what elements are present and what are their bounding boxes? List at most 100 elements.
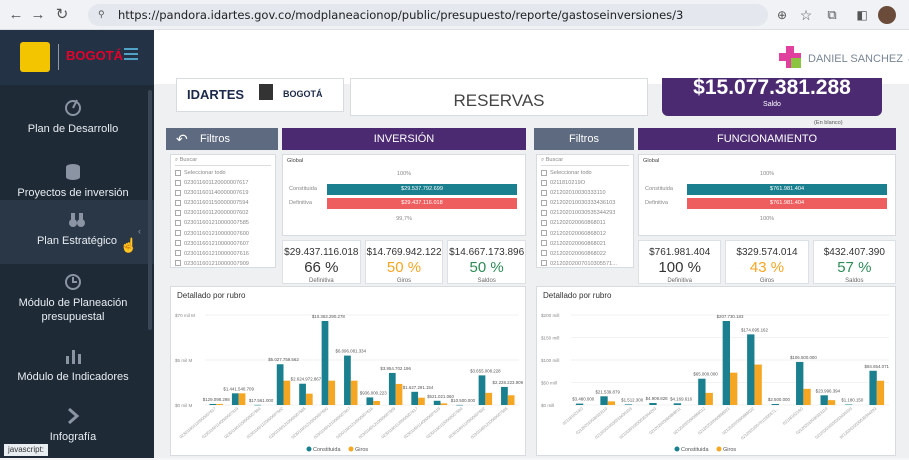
filter-item-label: 021202010030333436103: [550, 200, 616, 207]
checkbox-icon[interactable]: [541, 260, 547, 267]
data-label: $1.180.150: [841, 398, 864, 403]
checkbox-icon[interactable]: [175, 219, 181, 226]
funcionamiento-chart-svg: $200 mill $150 mill $100 mill $50 mill $0 mi…: [541, 313, 890, 453]
filter-item[interactable]: 021202010030333436103: [541, 198, 629, 208]
data-label: $10.363.290.278: [312, 314, 346, 319]
checkbox-icon[interactable]: [175, 260, 181, 267]
menu-toggle-icon[interactable]: [124, 48, 138, 60]
checkbox-icon[interactable]: [175, 169, 181, 176]
bar-giros: [350, 380, 358, 405]
filter-item[interactable]: 0211810219O: [541, 178, 629, 188]
sidebar-header: BOGOTÁ: [0, 30, 154, 85]
inversion-filters-header[interactable]: ↶ Filtros: [166, 128, 278, 150]
bar-giros: [485, 392, 493, 405]
checkbox-icon[interactable]: [175, 189, 181, 196]
data-label: $21.539.879: [595, 389, 620, 394]
bar-giros: [216, 403, 223, 405]
inversion-chart: Detallado por rubro $70 mil M $5 mil M $0 …: [170, 286, 526, 456]
checkbox-icon[interactable]: [541, 250, 547, 257]
legend-label: Constituida: [681, 447, 709, 453]
sidebar-item-plan-desarrollo[interactable]: Plan de Desarrollo: [0, 88, 146, 152]
filter-item-label: Seleccionar todo: [184, 170, 226, 176]
sidebar-item-planeacion[interactable]: Módulo de Planeación presupuestal: [0, 262, 146, 334]
logos-card: IDARTES BOGOTÁ: [176, 78, 344, 112]
y-tick-label: $200 mill: [541, 313, 559, 318]
checkbox-icon[interactable]: [175, 209, 181, 216]
checkbox-icon[interactable]: [175, 250, 181, 257]
back-icon[interactable]: ←: [6, 5, 26, 25]
filter-item[interactable]: 023011601210000007616: [175, 249, 271, 259]
checkbox-icon[interactable]: [175, 179, 181, 186]
filter-item[interactable]: 02120202007010305571...: [541, 259, 629, 269]
filter-item[interactable]: 023011601210000007909: [175, 259, 271, 269]
zoom-icon[interactable]: ⊕: [772, 5, 792, 25]
x-tick-label: 023011601210000007607: [313, 405, 352, 439]
bookmark-star-icon[interactable]: ☆: [796, 5, 816, 25]
sidebar-item-indicadores[interactable]: Módulo de Indicadores: [0, 336, 146, 400]
address-bar[interactable]: ⚲ https://pandora.idartes.gov.co/modplan…: [88, 4, 768, 26]
filter-item[interactable]: 021202020060868021: [541, 239, 629, 249]
filter-item[interactable]: 021202020060868022: [541, 249, 629, 259]
filter-item[interactable]: 023011601150000007594: [175, 198, 271, 208]
filter-item[interactable]: 023011601120000007617: [175, 178, 271, 188]
checkbox-icon[interactable]: [541, 189, 547, 196]
checkbox-icon[interactable]: [541, 169, 547, 176]
kpi-percent: 43 %: [749, 259, 785, 276]
data-label: $23.996.394: [816, 388, 841, 393]
checkbox-icon[interactable]: [541, 230, 547, 237]
filter-item-label: 023011601150000007594: [184, 200, 249, 207]
kpi-label: Definitiva: [308, 278, 334, 284]
filter-item[interactable]: 023011601210000007607: [175, 239, 271, 249]
checkbox-icon[interactable]: [175, 199, 181, 206]
bar-constituida: [673, 403, 682, 405]
bar-giros: [827, 400, 836, 405]
filter-item[interactable]: 023011601120000007602: [175, 208, 271, 218]
filter-item[interactable]: 023011601210000007585: [175, 218, 271, 228]
checkbox-icon[interactable]: [541, 219, 547, 226]
forward-icon[interactable]: →: [28, 5, 48, 25]
bar-constituida: [501, 386, 508, 405]
checkbox-icon[interactable]: [175, 240, 181, 247]
user-menu[interactable]: DANIEL SANCHEZ ⌄: [808, 52, 909, 65]
bar-constituida: [698, 378, 706, 405]
select-all-checkbox[interactable]: Seleccionar todo: [541, 168, 629, 178]
checkbox-icon[interactable]: [541, 240, 547, 247]
select-all-checkbox[interactable]: Seleccionar todo: [175, 168, 271, 178]
checkbox-icon[interactable]: [541, 209, 547, 216]
sidepanel-icon[interactable]: ◧: [852, 5, 872, 25]
funcionamiento-chart: Detallado por rubro $200 mill $150 mill $1…: [536, 286, 896, 456]
search-input[interactable]: ⌕ Buscar: [175, 157, 271, 166]
filter-item[interactable]: 021202010030535344293: [541, 208, 629, 218]
filter-item[interactable]: 021202010030333110: [541, 188, 629, 198]
search-input[interactable]: ⌕ Buscar: [541, 157, 629, 166]
inversion-global-card: Global 100% Constituida Definitiva $29.5…: [282, 154, 526, 236]
x-tick-label: 0211810219O: [782, 406, 804, 426]
filter-item[interactable]: 021202020060868012: [541, 229, 629, 239]
sidebar-item-plan-estrategico[interactable]: Plan Estratégico ‹: [0, 200, 154, 264]
x-tick-label: 023011601210000007585: [268, 405, 307, 439]
sidebar-scrollbar[interactable]: [148, 90, 152, 330]
target-icon: [65, 99, 81, 116]
inversion-chart-svg: $70 mil M $5 mil M $0 mil M $129.098.298 023…: [175, 313, 524, 453]
filter-item[interactable]: 023011601140000007619: [175, 188, 271, 198]
data-label: $129.098.298: [203, 397, 230, 402]
bar-giros: [373, 400, 380, 405]
data-label: $207.730.183: [717, 314, 744, 319]
profile-avatar[interactable]: [878, 6, 896, 24]
filter-item[interactable]: 021202020060868011: [541, 218, 629, 228]
reload-icon[interactable]: ↻: [52, 5, 72, 25]
kpi-card: $29.437.116.018 66 % Definitiva: [282, 240, 361, 284]
kpi-card: $14.667.173.896 50 % Saldos: [447, 240, 526, 284]
filter-item[interactable]: 023011601210000007600: [175, 229, 271, 239]
filter-item-label: 023011601210000007909: [184, 260, 249, 267]
bar-giros: [440, 403, 448, 405]
checkbox-icon[interactable]: [175, 230, 181, 237]
checkbox-icon[interactable]: [541, 179, 547, 186]
funcionamiento-filters-header[interactable]: Filtros: [534, 128, 634, 150]
site-info-icon[interactable]: ⚲: [98, 9, 105, 20]
legend-marker: [716, 446, 722, 452]
back-arrow-icon[interactable]: ↶: [176, 128, 188, 150]
checkbox-icon[interactable]: [541, 199, 547, 206]
bar-constituida: [747, 334, 755, 405]
extensions-icon[interactable]: ⧉: [822, 5, 842, 25]
